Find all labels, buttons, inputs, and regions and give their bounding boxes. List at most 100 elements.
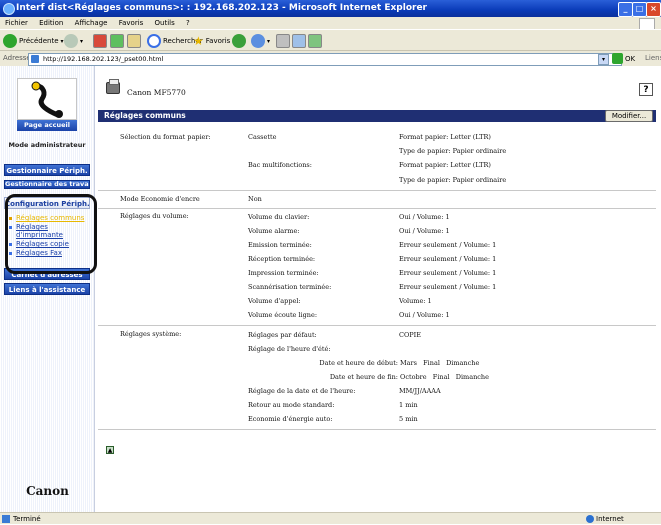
home-page-button[interactable]: Page accueil: [17, 120, 77, 131]
close-icon[interactable]: ×: [646, 2, 661, 17]
system-settings-label: Réglages système:: [120, 330, 182, 338]
default-settings-label: Réglages par défaut:: [248, 331, 317, 339]
maximize-icon[interactable]: □: [632, 2, 647, 17]
back-to-top-icon[interactable]: ▲: [106, 446, 114, 454]
history-button[interactable]: [232, 33, 246, 49]
forward-arrow-icon: [64, 34, 78, 48]
back-button[interactable]: Précédente ▾: [3, 33, 64, 49]
job-manager-button[interactable]: Gestionnaire des travaux: [4, 180, 90, 189]
globe-icon: [586, 515, 594, 523]
minimize-icon[interactable]: _: [618, 2, 633, 17]
page-icon: [31, 55, 39, 63]
volume-row-value: Oui / Volume: 1: [399, 227, 450, 235]
stop-button[interactable]: [93, 33, 107, 49]
cassette-label: Cassette: [248, 133, 277, 141]
go-arrow-icon: [612, 53, 623, 64]
volume-row-value: Oui / Volume: 1: [399, 311, 450, 319]
security-zone: Internet: [596, 515, 624, 523]
highlight-callout: [5, 194, 97, 274]
page-icon: [2, 515, 10, 523]
home-button[interactable]: [127, 33, 141, 49]
toolbar: Précédente ▾ ▾ Rechercher ★ Favoris ▾: [0, 29, 661, 51]
section-title: Réglages communs: [104, 111, 186, 120]
volume-row-label: Emission terminée:: [248, 241, 312, 249]
volume-row-label: Volume du clavier:: [248, 213, 310, 221]
section-header: Réglages communs: [98, 110, 656, 122]
window-title-bar: Interf dist<Réglages communs>: : 192.168…: [0, 0, 661, 17]
auto-reset-label: Retour au mode standard:: [248, 401, 335, 409]
volume-row-value: Oui / Volume: 1: [399, 213, 450, 221]
menu-affichage[interactable]: Affichage: [75, 19, 108, 27]
default-settings-value: COPIE: [399, 331, 421, 339]
menu-edition[interactable]: Edition: [39, 19, 63, 27]
admin-mode-label: Mode administrateur: [8, 141, 86, 149]
favorites-button[interactable]: ★ Favoris: [193, 33, 230, 49]
date-time-label: Réglage de la date et de l'heure:: [248, 387, 356, 395]
menu-help[interactable]: ?: [186, 19, 190, 27]
canon-logo: Canon: [26, 484, 69, 498]
cassette-type-value: Type de papier: Papier ordinaire: [399, 147, 507, 155]
search-icon: [147, 34, 161, 48]
modify-button[interactable]: Modifier...: [605, 110, 653, 122]
ink-saving-label: Mode Economie d'encre: [120, 195, 200, 203]
volume-settings-label: Réglages du volume:: [120, 212, 189, 220]
dst-end-label: Date et heure de fin:: [329, 373, 398, 381]
print-button[interactable]: [276, 33, 290, 49]
support-links-button[interactable]: Liens à l'assistance: [4, 283, 90, 295]
menu-fichier[interactable]: Fichier: [5, 19, 28, 27]
divider: [98, 429, 656, 430]
date-time-value: MM/JJ/AAAA: [399, 387, 441, 395]
status-text: Terminé: [13, 515, 41, 523]
divider: [98, 325, 656, 326]
home-logo-button[interactable]: [17, 78, 77, 120]
internet-explorer-icon: [3, 3, 15, 15]
cassette-size-value: Format papier: Letter (LTR): [399, 133, 491, 141]
volume-row-label: Scannérisation terminée:: [248, 283, 332, 291]
status-bar: Terminé Internet: [0, 512, 661, 524]
printer-icon: [276, 34, 290, 48]
remote-ui-logo-icon: [31, 81, 63, 118]
mail-button[interactable]: ▾: [251, 33, 270, 49]
refresh-icon: [110, 34, 124, 48]
auto-reset-value: 1 min: [399, 401, 418, 409]
edit-button[interactable]: [292, 33, 306, 49]
volume-row-value: Erreur seulement / Volume: 1: [399, 255, 497, 263]
menu-bar: Fichier Edition Affichage Favoris Outils…: [0, 17, 661, 30]
volume-row-label: Volume écoute ligne:: [248, 311, 318, 319]
volume-row-value: Erreur seulement / Volume: 1: [399, 241, 497, 249]
chevron-down-icon[interactable]: ▾: [598, 54, 609, 65]
volume-row-value: Erreur seulement / Volume: 1: [399, 283, 497, 291]
back-arrow-icon: [3, 34, 17, 48]
dst-start-label: Date et heure de début:: [319, 359, 398, 367]
address-label: Adresse: [3, 54, 31, 62]
help-button[interactable]: ?: [639, 83, 653, 96]
star-icon: ★: [193, 34, 204, 48]
device-name: Canon MF5770: [127, 88, 186, 97]
menu-favoris[interactable]: Favoris: [119, 19, 144, 27]
menu-outils[interactable]: Outils: [155, 19, 175, 27]
ink-saving-value: Non: [248, 195, 262, 203]
back-label: Précédente: [19, 37, 59, 45]
paper-format-label: Sélection du format papier:: [120, 133, 211, 141]
device-manager-button[interactable]: Gestionnaire Périph.: [4, 164, 90, 176]
messenger-button[interactable]: [308, 33, 322, 49]
volume-row-label: Impression terminée:: [248, 269, 319, 277]
window-title: Interf dist<Réglages communs>: : 192.168…: [16, 3, 427, 13]
refresh-button[interactable]: [110, 33, 124, 49]
url-input[interactable]: http://192.168.202.123/_pset00.html: [28, 53, 622, 66]
edit-icon: [292, 34, 306, 48]
go-button[interactable]: OK: [612, 53, 635, 64]
forward-button[interactable]: ▾: [64, 33, 83, 49]
chevron-down-icon: ▾: [80, 37, 84, 45]
url-text: http://192.168.202.123/_pset00.html: [43, 55, 164, 63]
history-icon: [232, 34, 246, 48]
links-button[interactable]: Liens: [645, 54, 661, 62]
go-label: OK: [625, 54, 636, 63]
printer-icon: [106, 79, 120, 94]
bypass-tray-label: Bac multifonctions:: [248, 161, 312, 169]
dst-end-value: Octobre Final Dimanche: [400, 373, 489, 381]
volume-row-value: Volume: 1: [399, 297, 432, 305]
volume-row-label: Volume d'appel:: [248, 297, 301, 305]
divider: [98, 208, 656, 209]
divider: [98, 190, 656, 191]
